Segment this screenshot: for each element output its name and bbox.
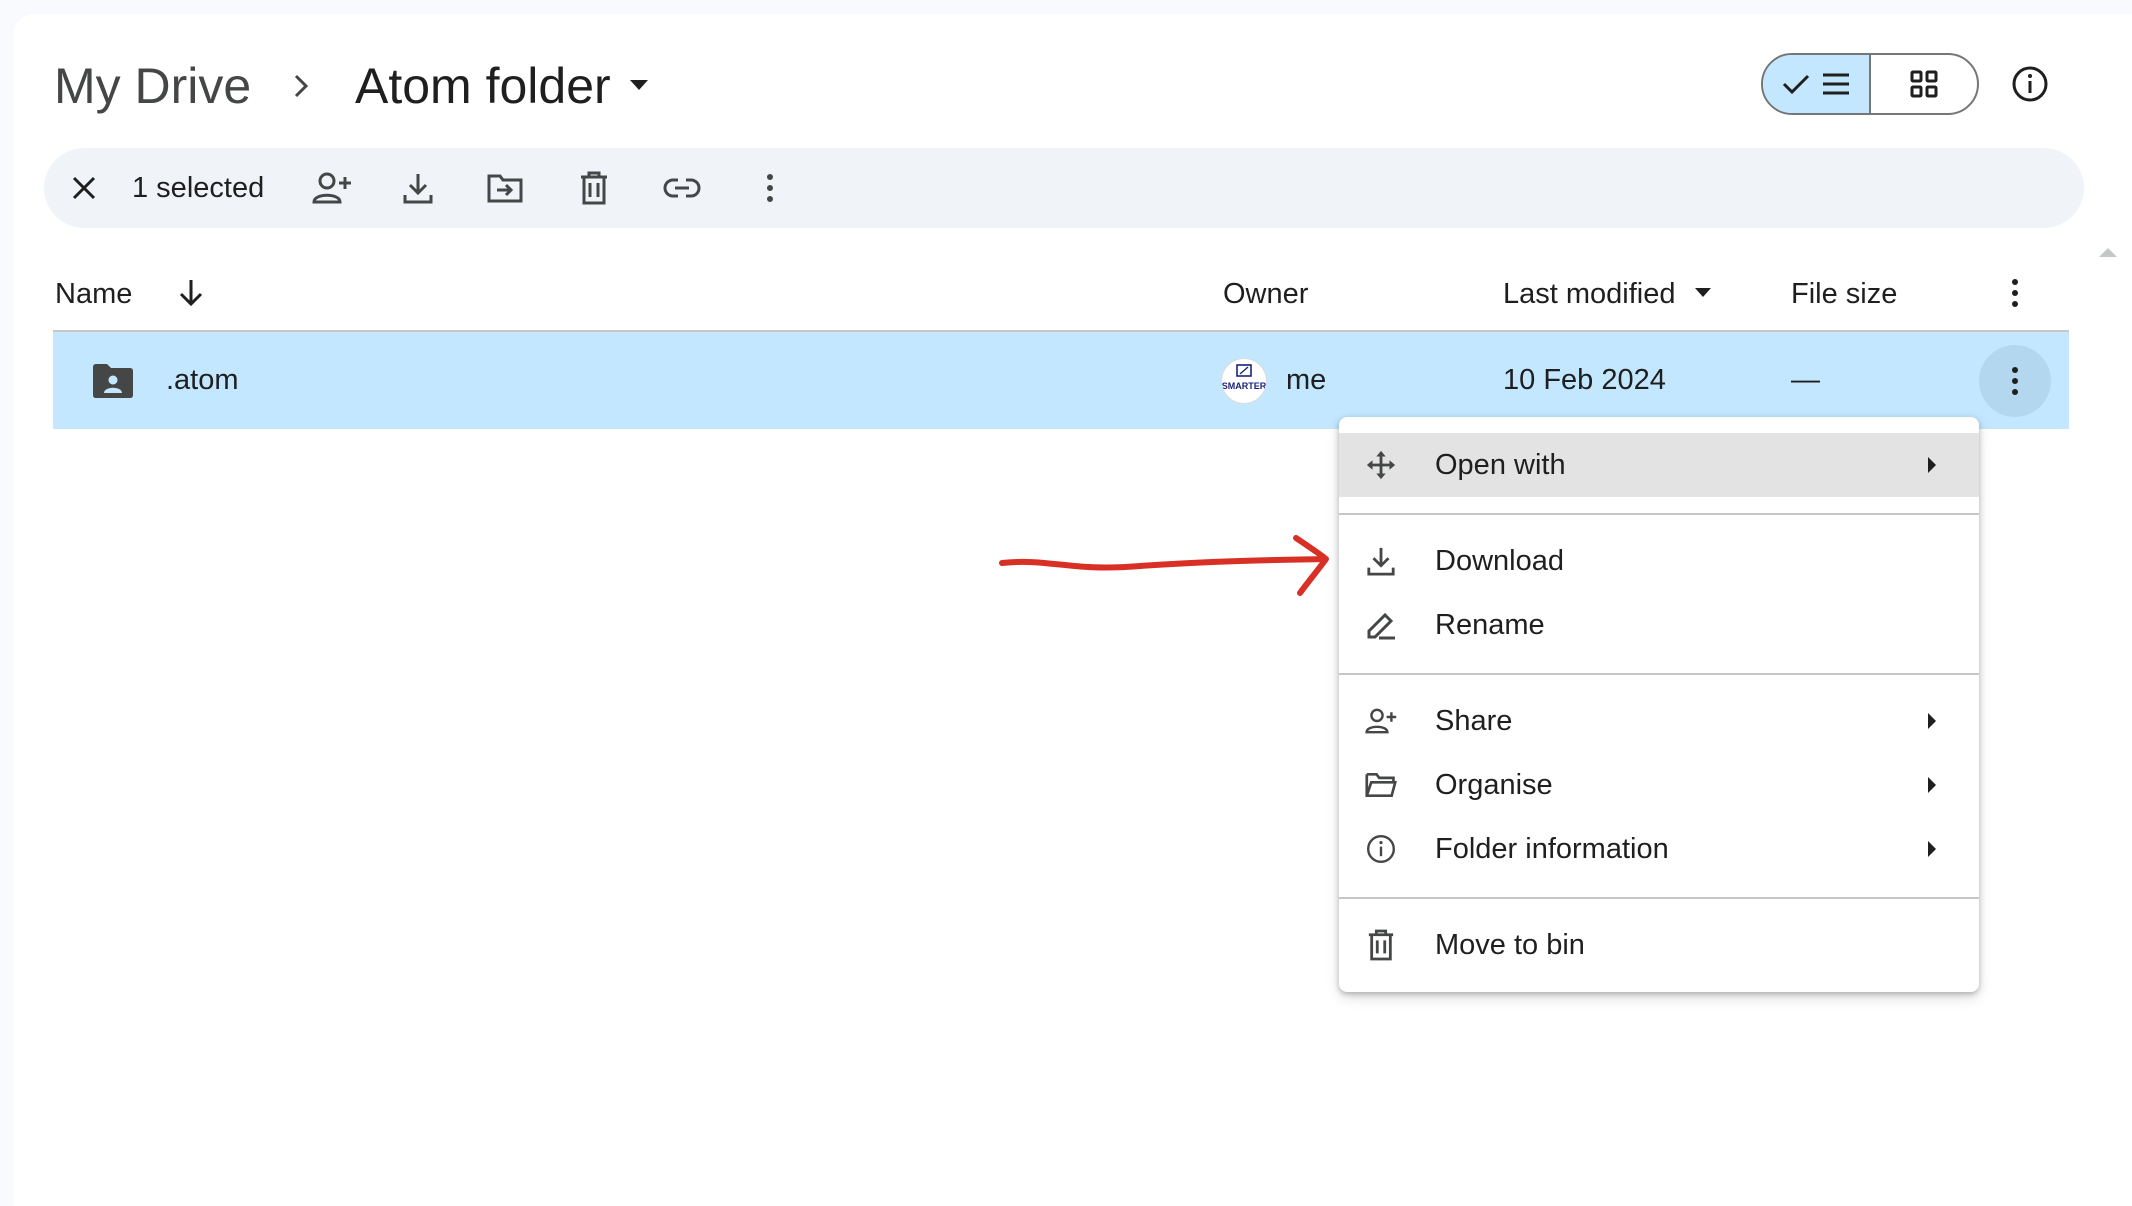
breadcrumb-my-drive[interactable]: My Drive <box>54 56 251 116</box>
column-header-name[interactable]: Name <box>55 274 132 314</box>
info-icon <box>1365 833 1397 865</box>
more-vert-icon[interactable] <box>2011 278 2019 308</box>
grid-icon <box>1910 70 1938 98</box>
link-icon <box>663 178 701 198</box>
open-with-icon <box>1365 449 1397 481</box>
column-header-owner[interactable]: Owner <box>1223 274 1308 314</box>
more-vert-icon <box>2012 367 2018 395</box>
more-actions-button[interactable] <box>750 168 790 208</box>
shared-folder-icon <box>93 364 133 398</box>
column-header-last-modified[interactable]: Last modified <box>1503 274 1676 314</box>
selection-action-bar: 1 selected <box>44 148 2084 228</box>
menu-item-download[interactable]: Download <box>1339 529 1979 593</box>
menu-item-label: Rename <box>1435 609 1545 641</box>
file-name[interactable]: .atom <box>166 360 239 400</box>
download-icon <box>403 174 433 204</box>
trash-icon <box>581 171 607 205</box>
submenu-arrow-icon <box>1928 457 1936 473</box>
move-to-bin-button[interactable] <box>574 168 614 208</box>
menu-item-organise[interactable]: Organise <box>1339 753 1979 817</box>
clear-selection-button[interactable] <box>64 168 104 208</box>
menu-item-label: Folder information <box>1435 833 1669 865</box>
caret-down-icon[interactable] <box>628 78 650 92</box>
annotation-arrow <box>999 535 1329 596</box>
menu-item-move-to-bin[interactable]: Move to bin <box>1339 913 1979 977</box>
row-more-actions-button[interactable] <box>1979 345 2051 417</box>
context-menu: Open with Download Rename Share Organise… <box>1339 417 1979 992</box>
download-button[interactable] <box>398 168 438 208</box>
menu-item-open-with[interactable]: Open with <box>1339 433 1979 497</box>
menu-item-folder-information[interactable]: Folder information <box>1339 817 1979 881</box>
grid-view-button[interactable] <box>1871 55 1977 113</box>
menu-divider <box>1339 897 1979 899</box>
copy-link-button[interactable] <box>662 168 702 208</box>
menu-item-share[interactable]: Share <box>1339 689 1979 753</box>
selected-count: 1 selected <box>132 172 265 204</box>
avatar-text: SMARTER <box>1222 381 1266 391</box>
table-row[interactable]: .atom SMARTER me 10 Feb 2024 — <box>53 332 2069 429</box>
download-icon <box>1365 545 1397 577</box>
caret-down-icon[interactable] <box>1694 287 1712 299</box>
submenu-arrow-icon <box>1928 713 1936 729</box>
share-button[interactable] <box>312 168 352 208</box>
list-icon <box>1823 73 1849 95</box>
menu-item-label: Download <box>1435 545 1564 577</box>
column-header-file-size[interactable]: File size <box>1791 274 1897 314</box>
person-add-icon <box>312 172 351 204</box>
info-icon[interactable] <box>2010 64 2050 104</box>
file-size: — <box>1791 364 1820 396</box>
menu-divider <box>1339 673 1979 675</box>
menu-item-label: Share <box>1435 705 1513 737</box>
avatar: SMARTER <box>1221 358 1267 404</box>
menu-item-label: Open with <box>1435 449 1566 481</box>
move-button[interactable] <box>485 168 525 208</box>
close-icon <box>72 176 96 200</box>
submenu-arrow-icon <box>1928 841 1936 857</box>
check-icon <box>1782 74 1810 95</box>
list-view-button[interactable] <box>1763 55 1871 113</box>
menu-divider <box>1339 513 1979 515</box>
menu-item-rename[interactable]: Rename <box>1339 593 1979 657</box>
menu-item-label: Organise <box>1435 769 1553 801</box>
chevron-right-icon <box>294 74 309 98</box>
last-modified-date: 10 Feb 2024 <box>1503 364 1666 396</box>
share-icon <box>1365 705 1397 737</box>
folder-open-icon <box>1365 769 1397 801</box>
rename-icon <box>1365 609 1397 641</box>
sort-arrow-down-icon[interactable] <box>178 278 204 308</box>
menu-item-label: Move to bin <box>1435 929 1585 961</box>
view-toggle <box>1761 53 1979 115</box>
scroll-up-icon[interactable] <box>2098 246 2118 258</box>
folder-move-icon <box>487 174 523 203</box>
owner-name: me <box>1286 364 1327 396</box>
submenu-arrow-icon <box>1928 777 1936 793</box>
trash-icon <box>1365 929 1397 961</box>
more-vert-icon <box>767 174 773 202</box>
breadcrumb-current-folder[interactable]: Atom folder <box>355 56 611 116</box>
